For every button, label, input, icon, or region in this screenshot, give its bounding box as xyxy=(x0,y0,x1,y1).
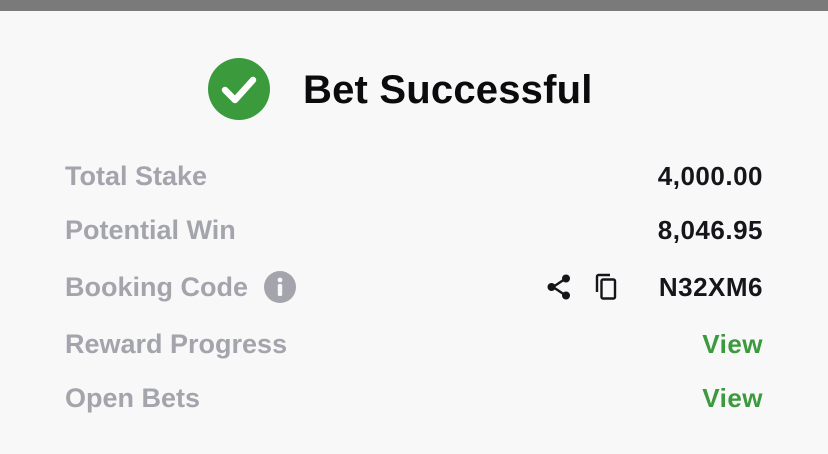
total-stake-row: Total Stake 4,000.00 xyxy=(65,156,763,196)
potential-win-value: 8,046.95 xyxy=(657,215,763,245)
booking-code-value: N32XM6 xyxy=(658,272,763,302)
page-title: Bet Successful xyxy=(303,68,593,112)
info-icon[interactable] xyxy=(264,271,296,303)
reward-progress-view-link[interactable]: View xyxy=(702,324,763,364)
success-header: Bet Successful xyxy=(0,56,828,122)
booking-code-label: Booking Code xyxy=(65,272,248,302)
share-icon[interactable] xyxy=(544,272,574,302)
potential-win-label: Potential Win xyxy=(65,215,236,245)
open-bets-label: Open Bets xyxy=(65,383,201,413)
potential-win-row: Potential Win 8,046.95 xyxy=(65,210,763,250)
total-stake-label: Total Stake xyxy=(65,161,208,191)
open-bets-row: Open Bets View xyxy=(65,378,763,418)
total-stake-value: 4,000.00 xyxy=(657,161,763,191)
top-divider-bar xyxy=(0,0,828,11)
booking-code-row: Booking Code N32XM6 xyxy=(65,267,763,307)
copy-icon[interactable] xyxy=(591,272,621,302)
reward-progress-row: Reward Progress View xyxy=(65,324,763,364)
open-bets-view-link[interactable]: View xyxy=(702,378,763,418)
check-circle-icon xyxy=(208,58,270,120)
reward-progress-label: Reward Progress xyxy=(65,329,288,359)
